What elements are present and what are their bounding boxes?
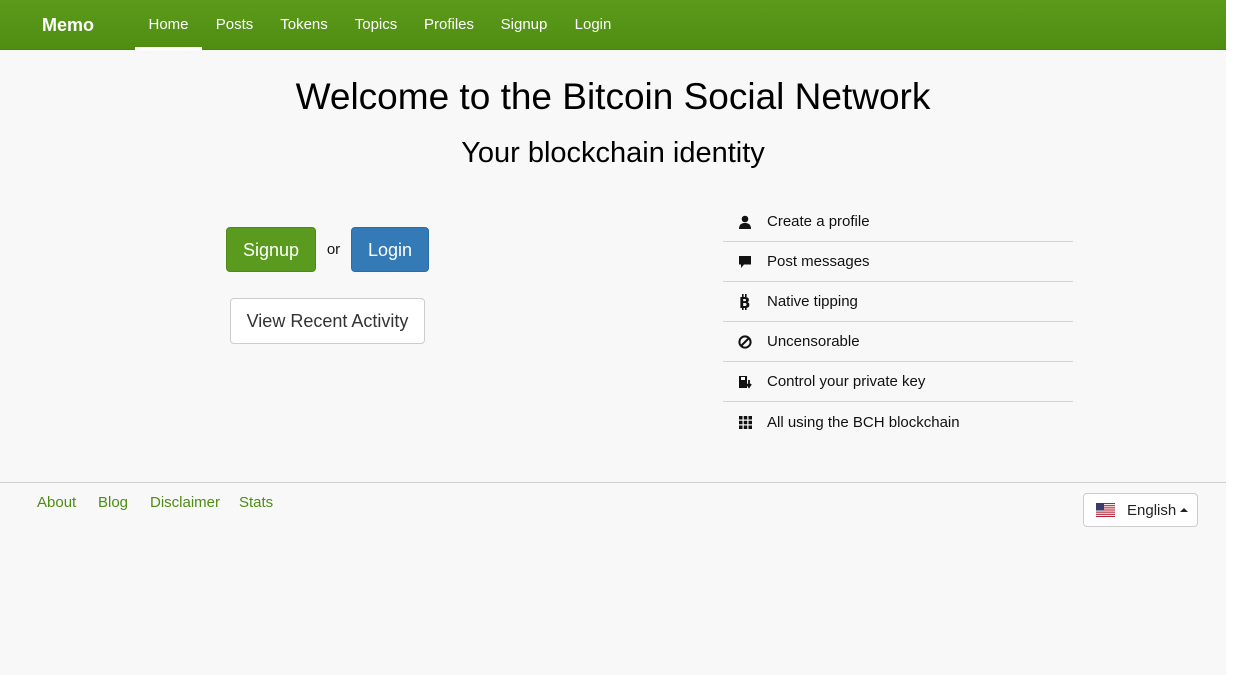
comment-icon: [723, 255, 767, 269]
page-subtitle: Your blockchain identity: [461, 137, 765, 169]
signup-button[interactable]: Signup: [226, 227, 316, 272]
save-icon: [723, 375, 767, 389]
navbar: Memo Home Posts Tokens Topics Profiles S…: [0, 0, 1226, 50]
feature-list: Create a profile Post messages B Native …: [723, 202, 1073, 442]
nav-item-posts[interactable]: Posts: [202, 0, 267, 50]
nav-item-profiles[interactable]: Profiles: [411, 0, 487, 50]
footer-link-about[interactable]: About: [37, 494, 76, 511]
nav-item-topics[interactable]: Topics: [341, 0, 411, 50]
feature-label: Create a profile: [767, 213, 870, 230]
view-recent-activity-button[interactable]: View Recent Activity: [230, 298, 425, 344]
language-label: English: [1127, 501, 1177, 519]
footer-link-stats[interactable]: Stats: [239, 494, 273, 511]
or-separator: or: [326, 241, 341, 258]
feature-item: All using the BCH blockchain: [723, 402, 1073, 442]
feature-label: Native tipping: [767, 293, 858, 310]
feature-item: Create a profile: [723, 202, 1073, 242]
footer-link-disclaimer[interactable]: Disclaimer: [150, 494, 220, 511]
grid-icon: [723, 415, 767, 429]
brand-logo[interactable]: Memo: [42, 0, 94, 50]
svg-text:B: B: [739, 294, 750, 310]
scrollbar-gutter: [1226, 0, 1240, 675]
us-flag-icon: [1096, 503, 1127, 517]
ban-icon: [723, 334, 767, 349]
login-button[interactable]: Login: [351, 227, 429, 272]
page-title: Welcome to the Bitcoin Social Network: [295, 76, 931, 117]
footer-link-blog[interactable]: Blog: [98, 494, 128, 511]
nav-item-signup[interactable]: Signup: [487, 0, 561, 50]
language-selector[interactable]: English: [1083, 493, 1198, 527]
nav-item-login[interactable]: Login: [561, 0, 625, 50]
nav-item-tokens[interactable]: Tokens: [267, 0, 341, 50]
user-icon: [723, 215, 767, 229]
feature-label: Control your private key: [767, 373, 926, 390]
bitcoin-icon: B: [723, 293, 767, 310]
nav-item-home[interactable]: Home: [135, 0, 202, 50]
feature-item: Control your private key: [723, 362, 1073, 402]
feature-label: Post messages: [767, 253, 870, 270]
feature-item: Uncensorable: [723, 322, 1073, 362]
feature-label: All using the BCH blockchain: [767, 413, 960, 431]
page: Memo Home Posts Tokens Topics Profiles S…: [0, 0, 1226, 675]
footer-divider: [0, 482, 1226, 483]
feature-item: B Native tipping: [723, 282, 1073, 322]
feature-label: Uncensorable: [767, 333, 860, 350]
feature-item: Post messages: [723, 242, 1073, 282]
caret-up-icon: [1180, 508, 1189, 512]
